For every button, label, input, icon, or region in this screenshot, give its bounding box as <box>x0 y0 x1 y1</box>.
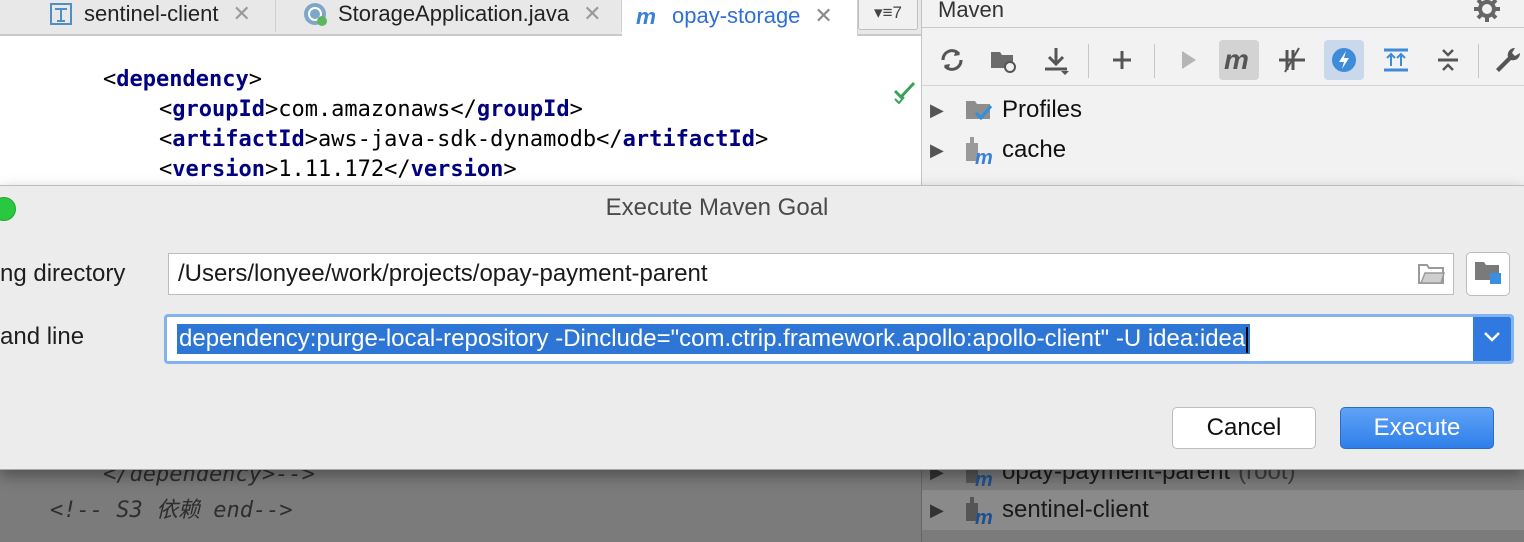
folder-icon[interactable] <box>1417 262 1446 286</box>
editor-tab-bar: sentinel-client ✕ StorageApplication.jav… <box>0 0 921 36</box>
download-icon[interactable] <box>1036 40 1076 80</box>
gear-icon[interactable] <box>1472 0 1502 24</box>
tab-sentinel-client[interactable]: sentinel-client ✕ <box>30 0 276 32</box>
maven-header: Maven <box>922 0 1524 28</box>
svg-text:m: m <box>1224 46 1249 74</box>
history-dropdown-button[interactable] <box>1473 317 1511 361</box>
expand-arrow-icon[interactable]: ▶ <box>930 100 950 121</box>
maven-module-icon: m <box>964 135 994 165</box>
command-line-input[interactable]: dependency:purge-local-repository -Dincl… <box>164 314 1514 364</box>
close-icon[interactable]: ✕ <box>583 1 601 27</box>
module-icon <box>48 1 74 27</box>
dialog-title: Execute Maven Goal <box>605 194 829 221</box>
inspection-ok-icon[interactable] <box>892 78 918 105</box>
toggle-offline-icon[interactable] <box>1272 40 1312 80</box>
maven-tool-window: Maven m ▶ Profiles ▶ m cache <box>921 0 1524 190</box>
collapse-all-icon[interactable] <box>1428 40 1468 80</box>
expand-arrow-icon[interactable]: ▶ <box>930 140 950 161</box>
module-folder-icon <box>1473 258 1503 291</box>
xml-editor[interactable]: <dependency> <groupId>com.amazonaws</gro… <box>0 38 921 188</box>
wrench-icon[interactable] <box>1488 40 1524 80</box>
maven-m-icon: m <box>636 3 662 29</box>
maven-module-icon: m <box>964 495 994 525</box>
reimport-icon[interactable] <box>932 40 972 80</box>
cancel-button[interactable]: Cancel <box>1172 407 1316 449</box>
tree-item-cache[interactable]: ▶ m cache <box>922 130 1524 170</box>
maven-tree-lower: ▶ m opay-payment-parent (root) ▶ m senti… <box>921 458 1524 542</box>
skip-tests-icon[interactable] <box>1324 40 1364 80</box>
hidden-tab-count: 7 <box>892 3 902 22</box>
tab-label: StorageApplication.java <box>338 1 570 26</box>
execute-maven-goal-dialog: Execute Maven Goal ng directory /Users/l… <box>0 185 1524 470</box>
tree-item-sentinel-client[interactable]: ▶ m sentinel-client <box>922 490 1524 530</box>
select-module-button[interactable] <box>1466 252 1510 296</box>
tree-item-profiles[interactable]: ▶ Profiles <box>922 90 1524 130</box>
text-caret <box>1246 326 1249 353</box>
tab-overflow-button[interactable]: ▾ ≡ 7 <box>858 0 918 30</box>
svg-text:m: m <box>636 4 656 29</box>
show-dependencies-icon[interactable] <box>1376 40 1416 80</box>
xml-editor-lower: </dependency>--> <!-- S3 依赖 end--> <box>0 462 921 542</box>
command-line-label: and line <box>0 323 85 350</box>
list-icon: ≡ <box>882 3 893 22</box>
code-comment-line: <!-- S3 依赖 end--> <box>50 498 293 523</box>
tab-label: opay-storage <box>672 3 801 28</box>
tree-item-label: sentinel-client <box>1002 496 1149 523</box>
svg-text:m: m <box>975 469 993 487</box>
execute-goal-icon[interactable]: m <box>1219 40 1259 80</box>
close-icon[interactable]: ✕ <box>814 3 832 29</box>
profiles-icon <box>964 95 994 125</box>
chevron-down-icon: ▾ <box>874 3 883 22</box>
close-icon[interactable]: ✕ <box>233 1 251 27</box>
spring-boot-class-icon <box>302 1 328 27</box>
tree-item-label: Profiles <box>1002 96 1083 123</box>
execute-button[interactable]: Execute <box>1340 407 1494 449</box>
run-icon[interactable] <box>1168 40 1208 80</box>
svg-text:m: m <box>975 147 993 165</box>
svg-text:m: m <box>975 507 993 525</box>
working-directory-field[interactable]: /Users/lonyee/work/projects/opay-payment… <box>168 253 1454 295</box>
command-line-value: dependency:purge-local-repository -Dincl… <box>177 324 1251 354</box>
tab-opay-storage[interactable]: m opay-storage ✕ <box>622 0 858 36</box>
working-directory-label: ng directory <box>0 260 126 287</box>
tree-item-label: cache <box>1002 136 1067 163</box>
expand-arrow-icon[interactable]: ▶ <box>930 500 950 521</box>
tab-storage-application[interactable]: StorageApplication.java ✕ <box>276 0 622 32</box>
maven-toolbar: m <box>922 36 1524 86</box>
maven-title: Maven <box>938 0 1005 22</box>
generate-sources-icon[interactable] <box>984 40 1024 80</box>
working-directory-value: /Users/lonyee/work/projects/opay-payment… <box>178 260 708 287</box>
add-icon[interactable] <box>1102 40 1142 80</box>
chevron-down-icon <box>1483 330 1501 348</box>
tab-label: sentinel-client <box>84 1 219 26</box>
